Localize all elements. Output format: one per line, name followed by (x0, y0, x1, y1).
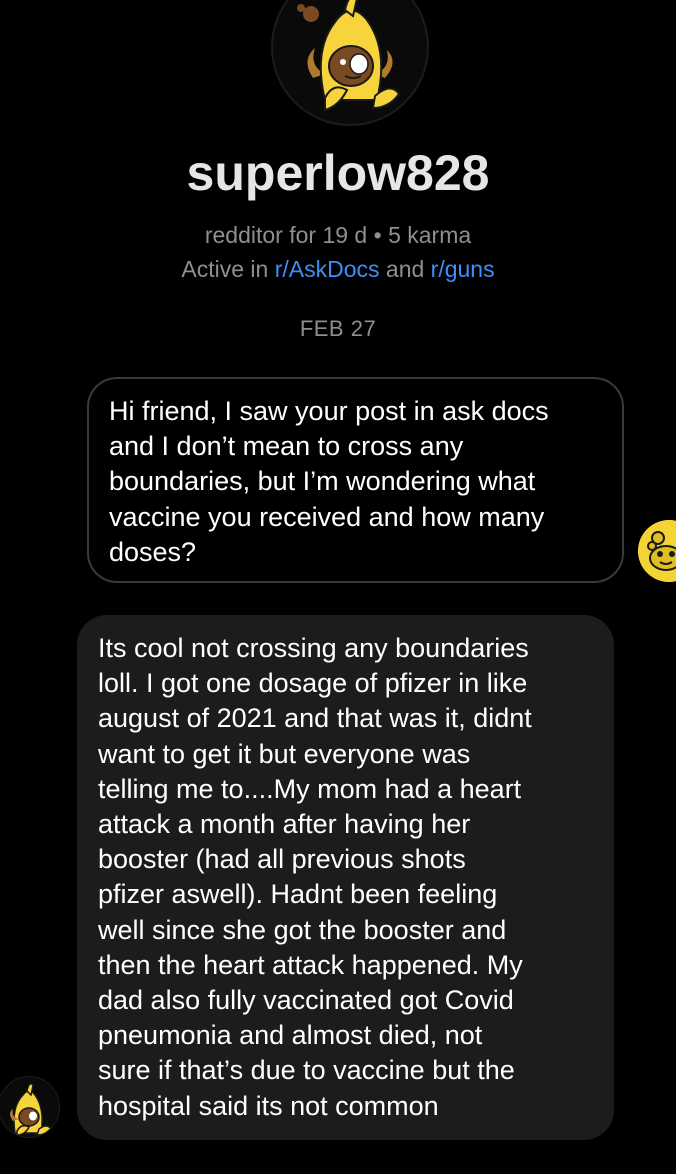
message-bubble-outgoing[interactable]: Hi friend, I saw your post in ask docs a… (87, 377, 624, 583)
recipient-avatar[interactable] (0, 1076, 60, 1138)
date-separator: FEB 27 (299, 316, 377, 341)
active-in-label: Active in (181, 256, 269, 282)
snoo-avatar-icon (638, 520, 676, 582)
stats-separator: • (373, 222, 382, 248)
banana-snoo-avatar-icon (297, 0, 401, 112)
profile-avatar[interactable] (271, 0, 429, 126)
karma-count: 5 karma (388, 222, 472, 248)
community-link-askdocs[interactable]: r/AskDocs (275, 256, 380, 282)
profile-stats: redditor for 19 d • 5 karma (0, 219, 676, 251)
message-bubble-incoming[interactable]: Its cool not crossing any boundaries lol… (77, 615, 614, 1140)
active-communities: Active in r/AskDocs and r/guns (0, 253, 676, 285)
banana-snoo-avatar-icon (10, 1083, 52, 1136)
account-age: redditor for 19 d (204, 222, 368, 248)
profile-username[interactable]: superlow828 (0, 140, 676, 206)
community-link-guns[interactable]: r/guns (431, 256, 495, 282)
sender-avatar[interactable] (638, 520, 676, 582)
active-conjunction: and (385, 256, 425, 282)
